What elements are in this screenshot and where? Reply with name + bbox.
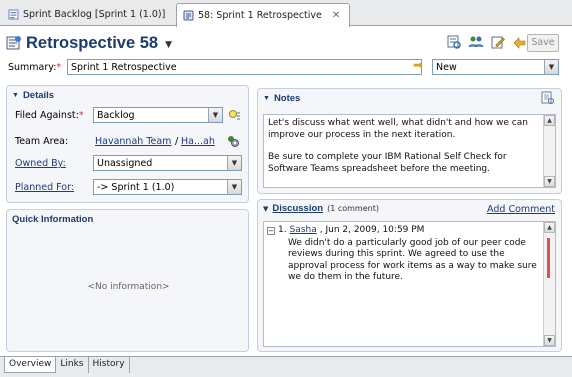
comment-index: 1. <box>278 225 287 235</box>
summary-label-text: Summary: <box>8 62 57 73</box>
state-transition-icon[interactable]: ➡ <box>413 58 423 72</box>
team-settings-icon[interactable] <box>226 134 240 148</box>
comments-scrollbar[interactable]: ▲ ▼ <box>543 222 555 346</box>
state-value: New <box>436 62 457 73</box>
chevron-down-icon[interactable]: ▼ <box>165 40 172 50</box>
state-select[interactable]: New ▼ <box>432 59 559 75</box>
scroll-up-icon[interactable]: ▲ <box>544 222 555 233</box>
editor-page-tabs: Overview Links History <box>0 356 572 377</box>
discussion-header[interactable]: ▼ Discussion (1 comment) <box>263 203 379 214</box>
page-title: Retrospective 58 <box>26 33 159 52</box>
discussion-section: ▼ Discussion (1 comment) Add Comment − 1… <box>257 199 562 352</box>
details-title: Details <box>22 89 55 101</box>
collapse-triangle-icon[interactable]: ▼ <box>263 95 270 102</box>
tab-label: 58: Sprint 1 Retrospective <box>198 10 322 21</box>
team-area-path-link[interactable]: Ha...ah <box>181 136 215 147</box>
details-header[interactable]: ▼ Details <box>7 86 248 104</box>
tab-overview[interactable]: Overview <box>4 357 57 373</box>
retrospective-icon <box>6 35 22 51</box>
tab-links[interactable]: Links <box>56 357 89 373</box>
filed-against-select[interactable]: Backlog ▼ <box>93 107 223 123</box>
chevron-down-icon[interactable]: ▼ <box>544 60 558 74</box>
discussion-title[interactable]: Discussion <box>272 203 323 214</box>
backlog-icon <box>8 9 19 20</box>
summary-field[interactable]: Sprint 1 Retrospective <box>67 59 422 75</box>
team-area-separator: / <box>175 136 179 147</box>
query-icon[interactable] <box>446 34 462 50</box>
chevron-down-icon[interactable]: ▼ <box>227 180 241 194</box>
notes-paragraph: Let's discuss what went well, what didn'… <box>268 118 528 140</box>
category-icon[interactable] <box>228 109 241 122</box>
collapse-triangle-icon[interactable]: ▼ <box>263 205 268 213</box>
comment-meta: − 1. Sasha, Jun 2, 2009, 10:59 PM <box>267 225 537 237</box>
add-comment-link[interactable]: Add Comment <box>487 204 555 215</box>
planned-for-value: -> Sprint 1 (1.0) <box>97 182 175 193</box>
quick-information-title: Quick Information <box>12 213 94 225</box>
notes-section: ▼ Notes Let's discuss what went well, wh… <box>257 88 562 194</box>
editor-toolbar <box>446 34 528 50</box>
notes-scrollbar[interactable]: ▲ ▼ <box>543 115 555 187</box>
comment-count: (1 comment) <box>327 204 379 213</box>
notes-header[interactable]: ▼ Notes <box>258 89 561 107</box>
owned-by-value: Unassigned <box>97 158 153 169</box>
filed-against-label-text: Filed Against: <box>15 110 79 121</box>
close-icon[interactable]: ✕ <box>332 10 340 21</box>
scroll-up-icon[interactable]: ▲ <box>544 115 555 126</box>
filed-against-label: Filed Against:* <box>15 110 84 121</box>
team-area-label: Team Area: <box>15 136 69 147</box>
required-marker: * <box>56 62 62 73</box>
tab-sprint-backlog[interactable]: Sprint Backlog [Sprint 1 (1.0)] <box>2 3 176 26</box>
tab-retrospective[interactable]: 58: Sprint 1 Retrospective ✕ <box>176 3 350 27</box>
chevron-down-icon[interactable]: ▼ <box>208 108 222 122</box>
scroll-marker <box>547 238 550 278</box>
details-section: ▼ Details Filed Against:* Backlog ▼ Team… <box>6 85 249 203</box>
planned-for-label[interactable]: Planned For: <box>15 182 74 193</box>
subscribers-icon[interactable] <box>468 34 484 50</box>
edit-icon[interactable] <box>490 34 506 50</box>
work-item-icon <box>183 10 194 21</box>
summary-label: Summary:* <box>8 62 61 73</box>
comment-text: We didn't do a particularly good job of … <box>288 237 537 283</box>
collapse-triangle-icon[interactable]: ▼ <box>12 92 19 99</box>
team-area-link[interactable]: Havannah Team <box>95 136 171 147</box>
transfer-icon[interactable] <box>512 34 528 50</box>
notes-textarea[interactable]: Let's discuss what went well, what didn'… <box>263 114 556 188</box>
quick-information-header: Quick Information <box>7 210 248 228</box>
required-marker: * <box>78 110 84 121</box>
save-button[interactable]: Save <box>527 34 559 52</box>
quick-information-section: Quick Information <No information> <box>6 209 249 352</box>
comment-date: , Jun 2, 2009, 10:59 PM <box>319 225 425 235</box>
comment-item: − 1. Sasha, Jun 2, 2009, 10:59 PM We did… <box>267 225 537 284</box>
notes-paragraph: Be sure to complete your IBM Rational Se… <box>268 152 507 174</box>
scroll-down-icon[interactable]: ▼ <box>544 335 555 346</box>
notes-title: Notes <box>273 92 301 104</box>
empty-state-text: <No information> <box>87 282 170 292</box>
notes-action-icon[interactable] <box>541 91 555 105</box>
tab-label: Sprint Backlog [Sprint 1 (1.0)] <box>23 9 166 20</box>
planned-for-select[interactable]: -> Sprint 1 (1.0) ▼ <box>93 179 242 195</box>
chevron-down-icon[interactable]: ▼ <box>227 156 241 170</box>
filed-against-value: Backlog <box>97 110 135 121</box>
tab-history[interactable]: History <box>89 357 130 373</box>
work-item-title-row: Retrospective 58 ▼ <box>6 30 172 56</box>
owned-by-label[interactable]: Owned By: <box>15 158 66 169</box>
comment-author-link[interactable]: Sasha <box>290 225 317 237</box>
comments-area: − 1. Sasha, Jun 2, 2009, 10:59 PM We did… <box>263 221 556 347</box>
collapse-comment-icon[interactable]: − <box>267 226 275 235</box>
scroll-down-icon[interactable]: ▼ <box>544 176 555 187</box>
owned-by-select[interactable]: Unassigned ▼ <box>93 155 242 171</box>
